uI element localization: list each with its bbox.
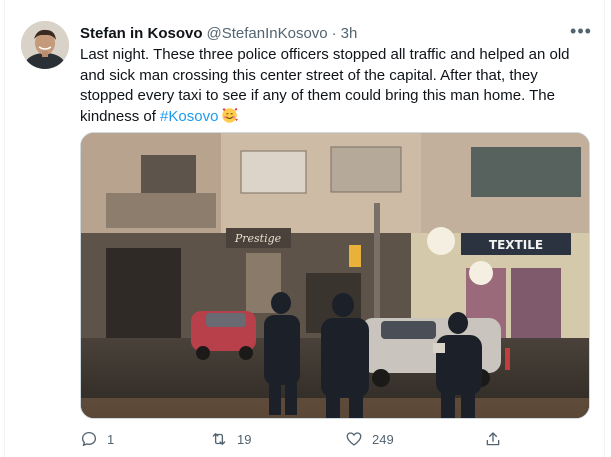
reply-count: 1 — [107, 431, 115, 447]
reply-button[interactable]: 1 — [80, 428, 114, 450]
retweet-icon — [212, 433, 226, 445]
user-handle[interactable]: @StefanInKosovo — [207, 25, 328, 42]
left-border — [4, 0, 5, 457]
separator-dot: · — [331, 24, 337, 42]
heart-icon — [346, 432, 362, 446]
avatar[interactable] — [21, 21, 69, 69]
like-button[interactable]: 249 — [345, 428, 394, 450]
smiling-face-with-hearts-icon — [221, 107, 239, 124]
retweet-count: 19 — [237, 431, 252, 447]
display-name[interactable]: Stefan in Kosovo — [80, 25, 203, 42]
share-icon — [486, 432, 500, 446]
share-button[interactable] — [484, 428, 511, 450]
reply-icon — [81, 431, 97, 447]
hashtag-link[interactable]: #Kosovo — [160, 108, 218, 125]
more-options-icon[interactable]: ••• — [568, 20, 594, 42]
timestamp[interactable]: 3h — [341, 25, 358, 42]
tweet-body-text: Last night. These three police officers … — [80, 46, 570, 125]
like-count: 249 — [372, 431, 394, 447]
retweet-button[interactable]: 19 — [210, 428, 251, 450]
tweet-text: Last night. These three police officers … — [80, 45, 585, 127]
sign-prestige: Prestige — [234, 232, 282, 245]
tweet-card[interactable]: Stefan in Kosovo @StefanInKosovo · 3h ••… — [0, 0, 611, 457]
tweet-photo[interactable]: Prestige TEXTILE — [80, 132, 590, 419]
right-border — [604, 0, 605, 457]
tweet-header: Stefan in Kosovo @StefanInKosovo · 3h — [80, 22, 357, 44]
sign-textile: TEXTILE — [489, 238, 543, 252]
tweet-actions: 1 19 249 — [80, 428, 585, 450]
